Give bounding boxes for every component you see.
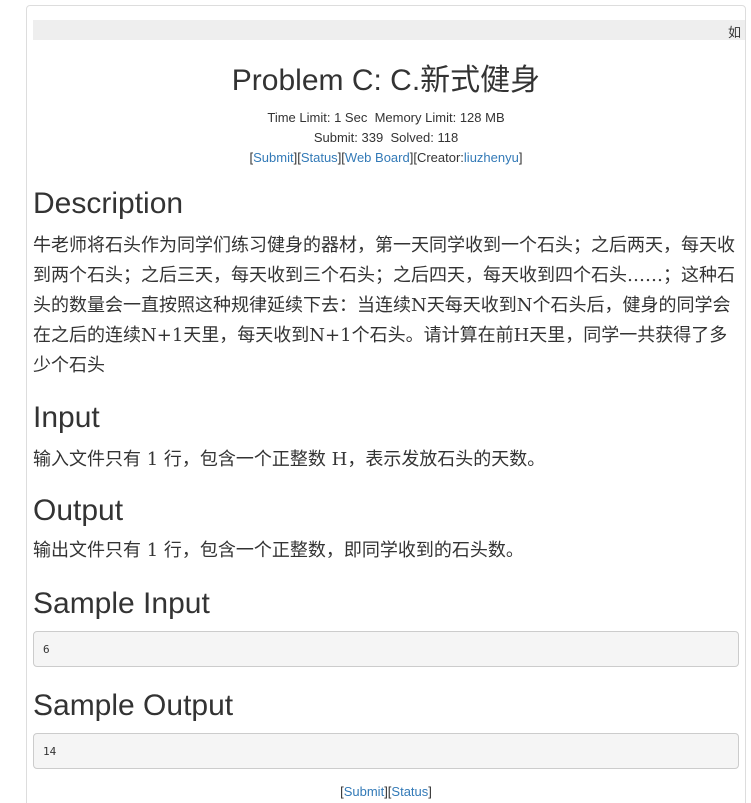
footer-action-links: [Submit][Status] — [340, 784, 432, 799]
limits-line: Time Limit: 1 Sec Memory Limit: 128 MB — [26, 108, 746, 128]
input-heading: Input — [33, 401, 100, 434]
submit-count-label: Submit: — [313, 130, 358, 145]
solved-count: 118 — [437, 130, 459, 145]
stats-line: Submit: 339 Solved: 118 — [26, 128, 746, 148]
web-board-link[interactable]: Web Board — [345, 150, 410, 165]
output-heading: Output — [33, 494, 124, 527]
creator-label: Creator: — [416, 150, 464, 165]
sample-input-box: 6 — [33, 631, 739, 667]
footer-status-link[interactable]: Status — [391, 784, 428, 799]
memory-limit-label: Memory Limit: — [374, 110, 457, 125]
output-text: 输出文件只有 1 行，包含一个正整数，即同学收到的石头数。 — [33, 540, 524, 561]
sample-input-heading: Sample Input — [33, 587, 210, 620]
input-text: 输入文件只有 1 行，包含一个正整数 H，表示发放石头的天数。 — [33, 449, 546, 470]
creator-link[interactable]: liuzhenyu — [464, 150, 519, 165]
problem-title: Problem C: C.新式健身 — [231, 64, 541, 97]
solved-count-label: Solved: — [390, 130, 434, 145]
sample-output-heading: Sample Output — [33, 689, 234, 722]
status-link[interactable]: Status — [301, 150, 338, 165]
action-links: [Submit][Status][Web Board][Creator:liuz… — [249, 150, 523, 165]
submit-count: 339 — [361, 130, 384, 145]
submit-link[interactable]: Submit — [253, 150, 293, 165]
time-limit-label: Time Limit: — [267, 110, 331, 125]
sample-output-box: 14 — [33, 733, 739, 769]
description-heading: Description — [33, 187, 184, 220]
memory-limit-value: 128 MB — [459, 110, 505, 125]
footer-submit-link[interactable]: Submit — [344, 784, 384, 799]
time-limit-value: 1 Sec — [334, 110, 368, 125]
news-marquee-bar: 如 — [33, 20, 745, 40]
description-text: 牛老师将石头作为同学们练习健身的器材，第一天同学收到一个石头；之后两天，每天收到… — [33, 235, 735, 376]
marquee-text: 如 — [727, 25, 741, 40]
